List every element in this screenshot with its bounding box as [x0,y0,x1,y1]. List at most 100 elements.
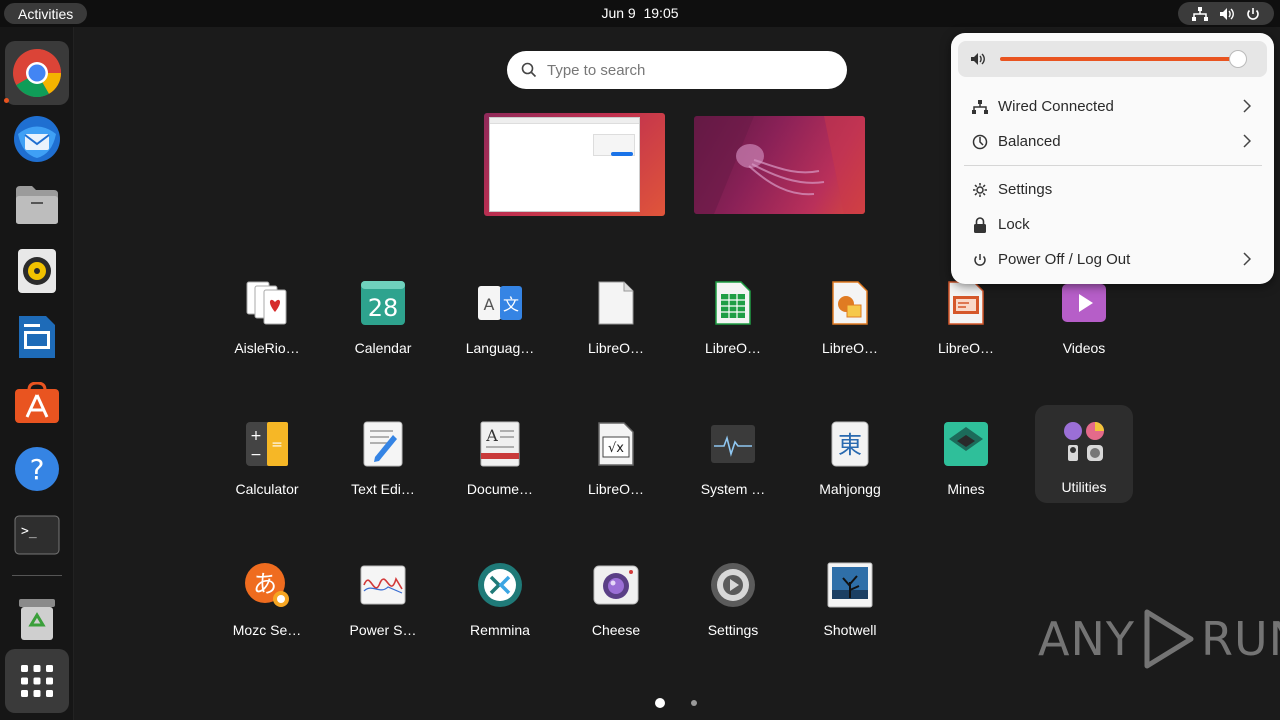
system-tray-button[interactable] [1178,2,1274,25]
app-system-monitor[interactable]: System … [684,407,782,505]
app-label: LibreO… [587,340,645,356]
svg-text:−: − [250,447,262,463]
app-remmina[interactable]: Remmina [451,548,549,646]
chevron-right-icon [1243,134,1251,148]
language-icon: A 文 [478,286,522,320]
cheese-icon [593,565,639,605]
app-label: LibreO… [704,340,762,356]
dock-trash[interactable] [5,587,69,651]
app-power-statistics[interactable]: Power S… [334,548,432,646]
svg-text:>_: >_ [21,524,37,539]
dock-software[interactable] [5,371,69,435]
time-label: 19:05 [643,5,679,21]
system-monitor-icon [711,425,755,463]
power-icon [974,253,986,266]
app-aisleriot[interactable]: AisleRio… [218,266,316,364]
software-icon [15,382,59,423]
menu-item-settings[interactable]: Settings [958,173,1267,206]
dock-chrome[interactable] [5,41,69,105]
app-label: Shotwell [823,622,877,638]
libreoffice-impress-icon [948,281,984,325]
clock-button[interactable]: Jun 9 19:05 [601,5,678,21]
app-shotwell[interactable]: Shotwell [801,548,899,646]
app-label: Settings [707,622,759,638]
workspace-thumbnail-1[interactable] [484,113,665,216]
app-label: AisleRio… [234,340,300,356]
top-bar: Activities Jun 9 19:05 [0,0,1280,27]
chrome-icon [13,49,62,98]
anyrun-watermark: ANY RUN [1038,608,1280,670]
thunderbird-icon [14,116,60,162]
dock-writer[interactable] [5,305,69,369]
menu-item-power-off[interactable]: Power Off / Log Out [958,243,1267,276]
app-label: Text Edi… [351,481,415,497]
app-mozc-setup[interactable]: あ Mozc Se… [218,548,316,646]
app-libreoffice[interactable]: LibreO… [567,266,665,364]
folder-utilities[interactable]: Utilities [1035,405,1133,503]
window-thumbnail[interactable] [489,117,640,212]
trash-icon [19,599,55,640]
search-box[interactable] [507,51,847,89]
app-libreoffice-calc[interactable]: LibreO… [684,266,782,364]
app-calculator[interactable]: + − = Calculator [218,407,316,505]
remmina-icon [478,563,522,607]
calendar-icon: 28 [361,281,405,325]
app-label: Mozc Se… [232,622,302,638]
help-icon: ? [15,447,59,491]
dock-thunderbird[interactable] [5,107,69,171]
app-label: Calendar [354,340,412,356]
shotwell-icon [827,562,873,608]
dock-files[interactable] [5,173,69,237]
chevron-right-icon [1243,252,1251,266]
menu-item-label: Settings [998,181,1053,198]
videos-icon [1062,284,1106,322]
app-mines[interactable]: Mines [917,407,1015,505]
app-label: LibreO… [821,340,879,356]
svg-text:28: 28 [368,294,399,322]
menu-item-label: Balanced [998,133,1061,150]
menu-separator [964,165,1262,166]
mozc-icon: あ [245,563,289,607]
dock-rhythmbox[interactable] [5,239,69,303]
mines-icon [944,422,988,466]
app-text-editor[interactable]: Text Edi… [334,407,432,505]
app-label: Remmina [470,622,530,638]
app-cheese[interactable]: Cheese [567,548,665,646]
workspace-thumbnail-2[interactable] [694,116,865,214]
writer-icon [19,316,55,358]
volume-slider-handle[interactable] [1229,50,1247,68]
play-logo-icon [1144,609,1194,669]
menu-item-label: Lock [998,216,1030,233]
app-mahjongg[interactable]: 東 Mahjongg [801,407,899,505]
app-settings[interactable]: Settings [684,548,782,646]
text-editor-icon [363,421,403,467]
app-calendar[interactable]: 28 Calendar [334,266,432,364]
activities-button[interactable]: Activities [4,3,88,24]
svg-text:あ: あ [253,570,277,598]
app-libreoffice-draw[interactable]: LibreO… [801,266,899,364]
volume-slider[interactable] [1000,57,1238,61]
page-indicator-2[interactable] [691,700,697,706]
menu-item-power-mode[interactable]: Balanced [958,125,1267,158]
app-label: Videos [1062,340,1106,356]
menu-item-lock[interactable]: Lock [958,208,1267,241]
search-input[interactable] [547,61,827,79]
app-label: Languag… [465,340,535,356]
dock-terminal[interactable]: >_ [5,503,69,567]
app-grid-icon [21,665,53,697]
page-indicator-1[interactable] [655,698,665,708]
app-label: LibreO… [587,481,645,497]
rhythmbox-icon [18,249,56,293]
utilities-folder-icon [1064,422,1104,461]
svg-text:?: ? [30,453,45,486]
app-label: Mahjongg [819,481,881,497]
show-applications-button[interactable] [5,649,69,713]
dock-help[interactable]: ? [5,437,69,501]
svg-text:√x: √x [608,441,624,456]
dock: ? >_ [0,27,74,720]
app-language-support[interactable]: A 文 Languag… [451,266,549,364]
app-document-viewer[interactable]: A Docume… [451,407,549,505]
calculator-icon: + − = [246,422,288,466]
menu-item-wired-connected[interactable]: Wired Connected [958,90,1267,123]
app-libreoffice-math[interactable]: √x LibreO… [567,407,665,505]
